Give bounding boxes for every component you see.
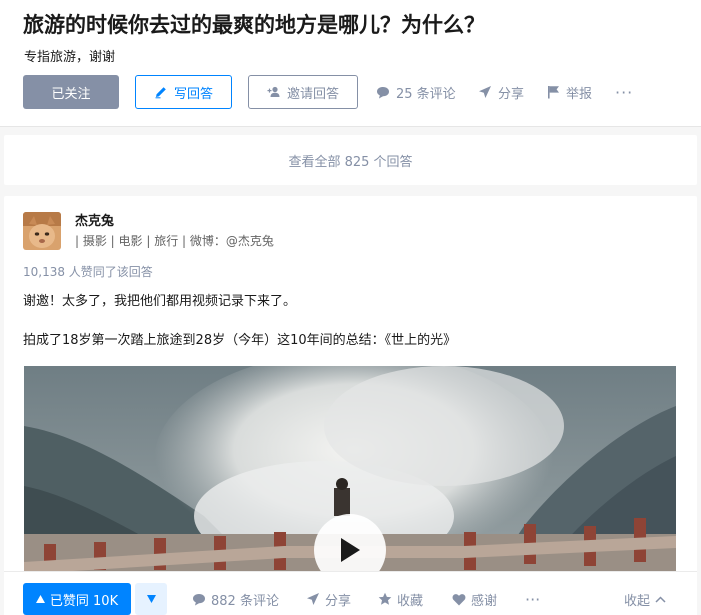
answer-card: 杰克兔 | 摄影 | 电影 | 旅行 | 微博：@杰克兔 10,138 人赞同了… xyxy=(4,196,697,615)
question-detail: 专指旅游，谢谢 xyxy=(24,50,116,65)
comment-bubble-icon xyxy=(376,86,390,99)
question-title[interactable]: 旅游的时候你去过的最爽的地方是哪儿？为什么？ xyxy=(23,10,693,40)
vote-up-label: 已赞同 10K xyxy=(49,593,119,609)
answer-action-bar: 已赞同 10K 882 条评论 分享 收藏 感谢 ··· 收起 xyxy=(4,571,697,615)
collect-button[interactable]: 收藏 xyxy=(378,583,423,615)
question-header: 旅游的时候你去过的最爽的地方是哪儿？为什么？ 专指旅游，谢谢 已关注 写回答 邀… xyxy=(0,0,701,127)
author-name[interactable]: 杰克兔 xyxy=(75,210,114,229)
collect-label: 收藏 xyxy=(397,593,424,609)
vote-down-button[interactable] xyxy=(135,583,167,615)
add-person-icon xyxy=(267,86,281,98)
paper-plane-icon xyxy=(478,85,492,99)
triangle-down-icon xyxy=(146,595,156,603)
star-icon xyxy=(378,592,392,606)
flag-icon xyxy=(547,85,560,99)
vote-up-button[interactable]: 已赞同 10K xyxy=(23,583,131,615)
collapse-label: 收起 xyxy=(624,593,651,609)
comment-bubble-icon xyxy=(192,593,206,606)
follow-button-label: 已关注 xyxy=(51,86,91,102)
question-share-button[interactable]: 分享 xyxy=(478,75,524,109)
question-more-button[interactable]: ··· xyxy=(615,75,633,109)
triangle-up-icon xyxy=(35,595,45,603)
invite-answer-button[interactable]: 邀请回答 xyxy=(248,75,358,109)
invite-answer-label: 邀请回答 xyxy=(286,86,339,102)
write-answer-button[interactable]: 写回答 xyxy=(135,75,232,109)
question-comments-label: 25 条评论 xyxy=(396,86,456,102)
thanks-label: 感谢 xyxy=(471,593,498,609)
video-player[interactable] xyxy=(24,366,676,586)
report-label: 举报 xyxy=(566,86,593,102)
view-all-answers-link[interactable]: 查看全部 825 个回答 xyxy=(4,135,697,185)
answer-paragraph: 拍成了18岁第一次踏上旅途到28岁（今年）这10年间的总结：《世上的光》 xyxy=(23,333,457,348)
answer-comments-button[interactable]: 882 条评论 xyxy=(192,583,279,615)
report-button[interactable]: 举报 xyxy=(547,75,592,109)
pencil-icon xyxy=(154,85,168,99)
question-comments-button[interactable]: 25 条评论 xyxy=(376,75,456,109)
thanks-button[interactable]: 感谢 xyxy=(452,583,497,615)
answer-more-button[interactable]: ··· xyxy=(525,583,540,615)
answer-comments-label: 882 条评论 xyxy=(211,593,279,609)
write-answer-label: 写回答 xyxy=(173,86,213,102)
question-share-label: 分享 xyxy=(498,86,525,102)
answer-paragraph: 谢邀！太多了，我把他们都用视频记录下来了。 xyxy=(23,294,297,309)
chevron-up-icon xyxy=(655,595,666,603)
paper-plane-icon xyxy=(306,592,320,606)
heart-icon xyxy=(452,593,466,606)
answer-share-button[interactable]: 分享 xyxy=(306,583,351,615)
vote-summary[interactable]: 10,138 人赞同了该回答 xyxy=(23,263,153,280)
answer-share-label: 分享 xyxy=(325,593,352,609)
follow-button[interactable]: 已关注 xyxy=(23,75,119,109)
author-bio: | 摄影 | 电影 | 旅行 | 微博：@杰克兔 xyxy=(75,234,274,248)
author-avatar[interactable] xyxy=(23,212,61,250)
play-icon xyxy=(339,537,361,563)
collapse-button[interactable]: 收起 xyxy=(624,583,666,615)
